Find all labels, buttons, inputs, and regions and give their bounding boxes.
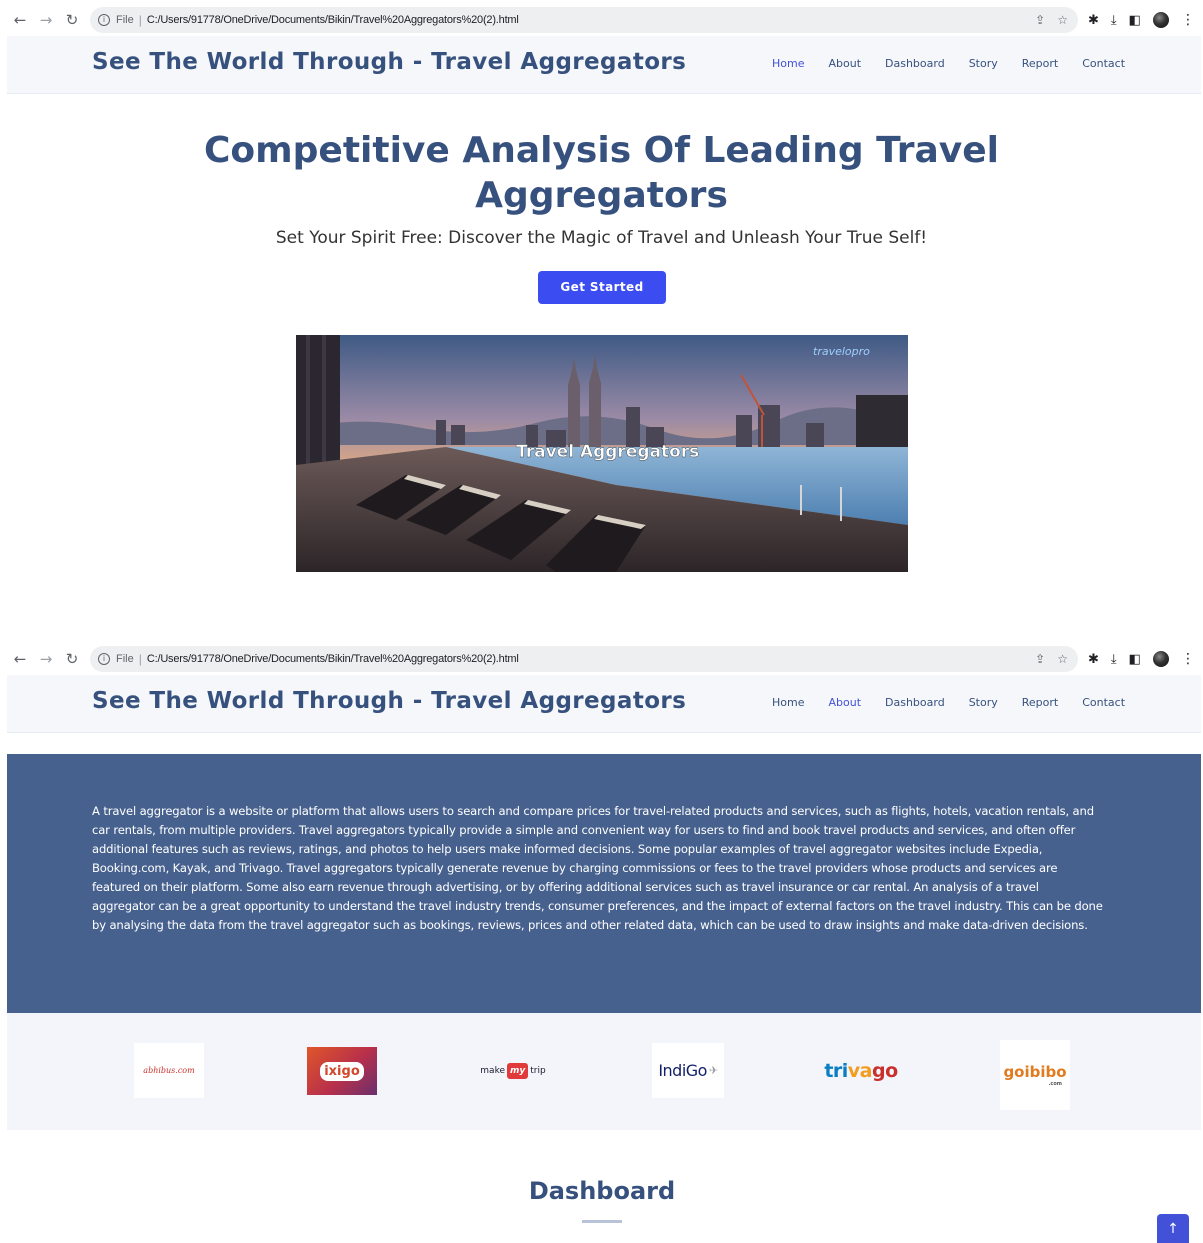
abhibus-logo[interactable]: abhibus.com: [134, 1043, 204, 1098]
trivago-go: go: [872, 1059, 898, 1082]
mmt-trip: trip: [530, 1065, 546, 1076]
dashboard-title: Dashboard: [528, 1177, 676, 1205]
reload-icon[interactable]: ↻: [60, 650, 84, 668]
address-bar[interactable]: i File | C:/Users/91778/OneDrive/Documen…: [90, 7, 1078, 33]
get-started-button[interactable]: Get Started: [538, 271, 666, 304]
nav-dashboard[interactable]: Dashboard: [885, 696, 945, 709]
share-icon[interactable]: ⇪: [1035, 13, 1045, 27]
nav-story[interactable]: Story: [969, 57, 998, 70]
site-title[interactable]: See The World Through - Travel Aggregato…: [92, 49, 686, 75]
hero-image: travelopro Travel Aggregators: [296, 335, 908, 572]
address-bar[interactable]: i File | C:/Users/91778/OneDrive/Documen…: [90, 646, 1078, 672]
sidebar-icon[interactable]: ◧: [1129, 652, 1141, 667]
browser-actions: ✱ ⤓ ◧ ⋮: [1088, 12, 1195, 28]
url-separator: |: [138, 652, 142, 666]
nav-contact[interactable]: Contact: [1082, 57, 1125, 70]
indigo-logo[interactable]: IndiGo ✈: [652, 1043, 724, 1098]
nav-contact[interactable]: Contact: [1082, 696, 1125, 709]
profile-avatar[interactable]: [1152, 651, 1169, 667]
goibibo-logo[interactable]: goibibo .com: [1000, 1040, 1070, 1110]
hero-subtitle: Set Your Spirit Free: Discover the Magic…: [275, 228, 928, 248]
nav-home[interactable]: Home: [772, 696, 804, 709]
star-icon[interactable]: ☆: [1057, 13, 1068, 27]
back-arrow-icon[interactable]: ←: [8, 650, 32, 668]
browser-toolbar-2: ← → ↻ i File | C:/Users/91778/OneDrive/D…: [0, 641, 1203, 677]
share-icon[interactable]: ⇪: [1035, 652, 1045, 666]
address-bar-actions: ⇪ ☆: [1035, 13, 1068, 27]
nav-report[interactable]: Report: [1022, 696, 1058, 709]
about-section: A travel aggregator is a website or plat…: [7, 754, 1201, 1013]
arrow-up-icon: ↑: [1167, 1221, 1179, 1237]
nav-story[interactable]: Story: [969, 696, 998, 709]
info-icon[interactable]: i: [98, 14, 110, 26]
address-bar-actions: ⇪ ☆: [1035, 652, 1068, 666]
makemytrip-logo[interactable]: make my trip: [478, 1043, 548, 1098]
site-header: See The World Through - Travel Aggregato…: [7, 36, 1201, 94]
travelopro-logo: travelopro: [813, 345, 870, 358]
main-nav: Home About Dashboard Story Report Contac…: [772, 696, 1149, 709]
menu-dots-icon[interactable]: ⋮: [1181, 651, 1195, 667]
image-caption: Travel Aggregators: [516, 442, 699, 462]
goibibo-logo-suffix: .com: [1048, 1081, 1062, 1087]
download-icon[interactable]: ⤓: [1111, 13, 1117, 28]
star-icon[interactable]: ☆: [1057, 652, 1068, 666]
goibibo-logo-text: goibibo: [1003, 1063, 1067, 1081]
nav-about[interactable]: About: [828, 57, 861, 70]
extensions-icon[interactable]: ✱: [1088, 13, 1099, 28]
download-icon[interactable]: ⤓: [1111, 652, 1117, 667]
info-icon[interactable]: i: [98, 653, 110, 665]
trivago-va: va: [847, 1059, 873, 1082]
nav-dashboard[interactable]: Dashboard: [885, 57, 945, 70]
about-paragraph: A travel aggregator is a website or plat…: [92, 804, 1103, 932]
nav-report[interactable]: Report: [1022, 57, 1058, 70]
url-separator: |: [138, 13, 142, 27]
url-scheme-label: File: [116, 14, 134, 26]
ixigo-logo-text: ixigo: [320, 1061, 364, 1081]
clients-section: abhibus.com ixigo make my trip IndiGo ✈ tri…: [7, 1013, 1201, 1130]
forward-arrow-icon[interactable]: →: [34, 11, 58, 29]
url-text[interactable]: C:/Users/91778/OneDrive/Documents/Bikin/…: [147, 14, 519, 26]
url-scheme-label: File: [116, 653, 134, 665]
browser-actions: ✱ ⤓ ◧ ⋮: [1088, 651, 1195, 667]
site-header-2: See The World Through - Travel Aggregato…: [7, 675, 1201, 733]
screenshot-separator: [0, 620, 1203, 638]
reload-icon[interactable]: ↻: [60, 11, 84, 29]
main-nav: Home About Dashboard Story Report Contac…: [772, 57, 1149, 70]
nav-home[interactable]: Home: [772, 57, 804, 70]
trivago-logo[interactable]: tri va go: [822, 1043, 900, 1098]
menu-dots-icon[interactable]: ⋮: [1181, 12, 1195, 28]
indigo-logo-text: IndiGo: [658, 1061, 707, 1080]
plane-icon: ✈: [708, 1064, 718, 1077]
trivago-tri: tri: [824, 1059, 848, 1082]
site-title[interactable]: See The World Through - Travel Aggregato…: [92, 688, 686, 714]
nav-about[interactable]: About: [828, 696, 861, 709]
forward-arrow-icon[interactable]: →: [34, 650, 58, 668]
ixigo-logo[interactable]: ixigo: [307, 1047, 377, 1095]
browser-toolbar: ← → ↻ i File | C:/Users/91778/OneDrive/D…: [0, 2, 1203, 38]
sidebar-icon[interactable]: ◧: [1129, 13, 1141, 28]
title-underline: [582, 1220, 622, 1223]
back-to-top-button[interactable]: ↑: [1157, 1214, 1189, 1243]
profile-avatar[interactable]: [1152, 12, 1169, 28]
extensions-icon[interactable]: ✱: [1088, 652, 1099, 667]
url-text[interactable]: C:/Users/91778/OneDrive/Documents/Bikin/…: [147, 653, 519, 665]
mmt-my: my: [507, 1062, 529, 1079]
hero-title: Competitive Analysis Of Leading Travel A…: [203, 130, 1000, 216]
back-arrow-icon[interactable]: ←: [8, 11, 32, 29]
mmt-make: make: [480, 1065, 505, 1076]
